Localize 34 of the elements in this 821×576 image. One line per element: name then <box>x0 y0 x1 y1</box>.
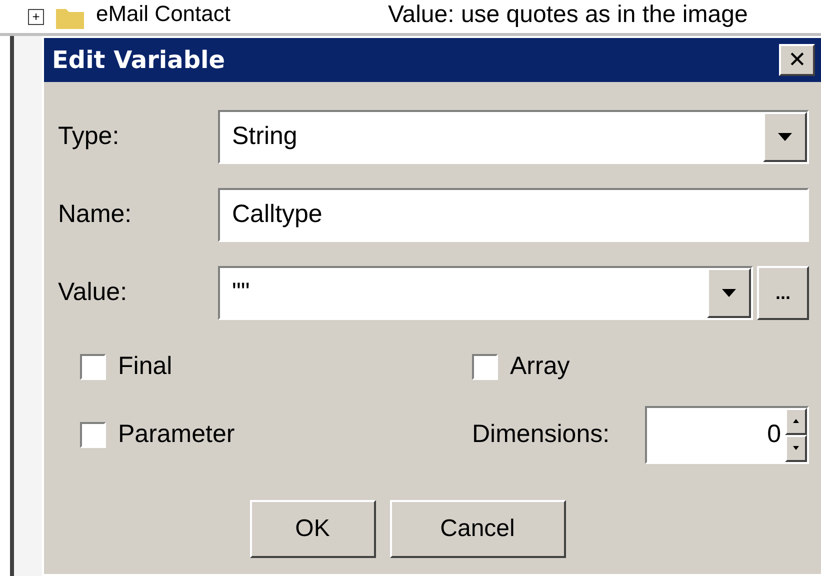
browse-button[interactable]: ... <box>757 266 809 320</box>
dialog-button[interactable]: OK <box>250 500 376 558</box>
combo-box[interactable]: String <box>218 110 809 164</box>
dimensions-label: Dimensions: <box>472 418 610 450</box>
dropdown-arrow-icon <box>778 133 792 141</box>
up-arrow-icon <box>793 419 799 423</box>
dialog-button[interactable]: Cancel <box>390 500 566 558</box>
field-label: Name: <box>58 199 133 230</box>
spin-value: 0 <box>766 418 782 450</box>
spin-up-button[interactable] <box>785 408 807 434</box>
dropdown-arrow-icon <box>722 289 736 297</box>
down-arrow-icon <box>793 446 799 450</box>
field-value: String <box>231 121 298 152</box>
field-value: "" <box>231 277 251 308</box>
spin-down-button[interactable] <box>785 434 807 462</box>
checkbox-label: Array <box>510 351 570 382</box>
checkbox-label: Final <box>118 351 172 382</box>
spin-box[interactable]: 0 <box>645 406 809 464</box>
checkbox[interactable] <box>80 422 106 448</box>
checkbox[interactable] <box>80 354 106 380</box>
annotation-text: Value: use quotes as in the image <box>388 3 748 27</box>
checkbox[interactable] <box>472 354 498 380</box>
text-field[interactable]: Calltype <box>218 188 809 242</box>
expand-toggle[interactable]: + <box>28 9 44 25</box>
checkbox-label: Parameter <box>118 418 235 450</box>
combo-box[interactable]: "" <box>218 266 753 320</box>
window-title: Edit Variable <box>52 45 226 76</box>
field-value: Calltype <box>231 199 324 230</box>
close-button[interactable]: ✕ <box>779 44 815 76</box>
dropdown-button[interactable] <box>707 268 751 318</box>
dropdown-button[interactable] <box>763 112 807 162</box>
tree-item-label[interactable]: eMail Contact <box>96 3 356 25</box>
field-label: Type: <box>58 121 120 152</box>
field-label: Value: <box>58 277 128 308</box>
